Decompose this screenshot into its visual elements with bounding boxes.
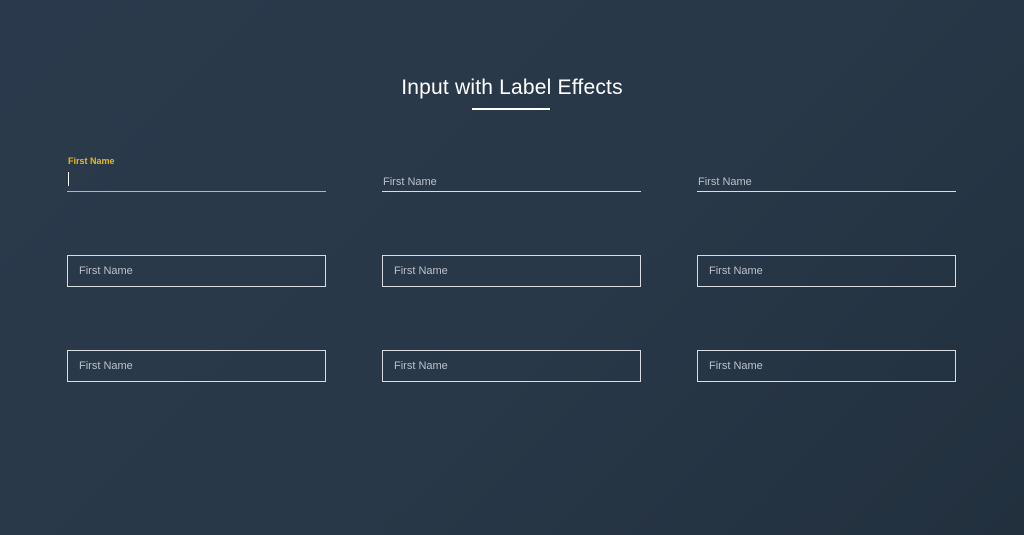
first-name-input-box[interactable]: First Name — [382, 255, 641, 287]
field-label: First Name — [709, 265, 763, 277]
input-underline — [67, 191, 326, 192]
first-name-input-underline[interactable]: First Name — [382, 152, 641, 192]
first-name-input-box[interactable]: First Name — [697, 255, 956, 287]
first-name-input-underline-focused[interactable]: First Name — [67, 152, 326, 192]
field-label: First Name — [79, 360, 133, 372]
first-name-input-underline[interactable]: First Name — [697, 152, 956, 192]
field-label: First Name — [383, 176, 437, 188]
field-label: First Name — [698, 176, 752, 188]
field-label: First Name — [709, 360, 763, 372]
input-underline — [697, 191, 956, 192]
input-underline — [382, 191, 641, 192]
field-label: First Name — [394, 265, 448, 277]
first-name-input-box[interactable]: First Name — [697, 350, 956, 382]
floating-label: First Name — [68, 156, 115, 166]
field-label: First Name — [394, 360, 448, 372]
first-name-input-box[interactable]: First Name — [67, 255, 326, 287]
page-title: Input with Label Effects — [401, 76, 623, 99]
first-name-input-box[interactable]: First Name — [67, 350, 326, 382]
page: Input with Label Effects First Name Firs… — [0, 0, 1024, 535]
first-name-input-box[interactable]: First Name — [382, 350, 641, 382]
text-caret — [68, 172, 69, 186]
title-underline — [472, 108, 550, 110]
field-label: First Name — [79, 265, 133, 277]
